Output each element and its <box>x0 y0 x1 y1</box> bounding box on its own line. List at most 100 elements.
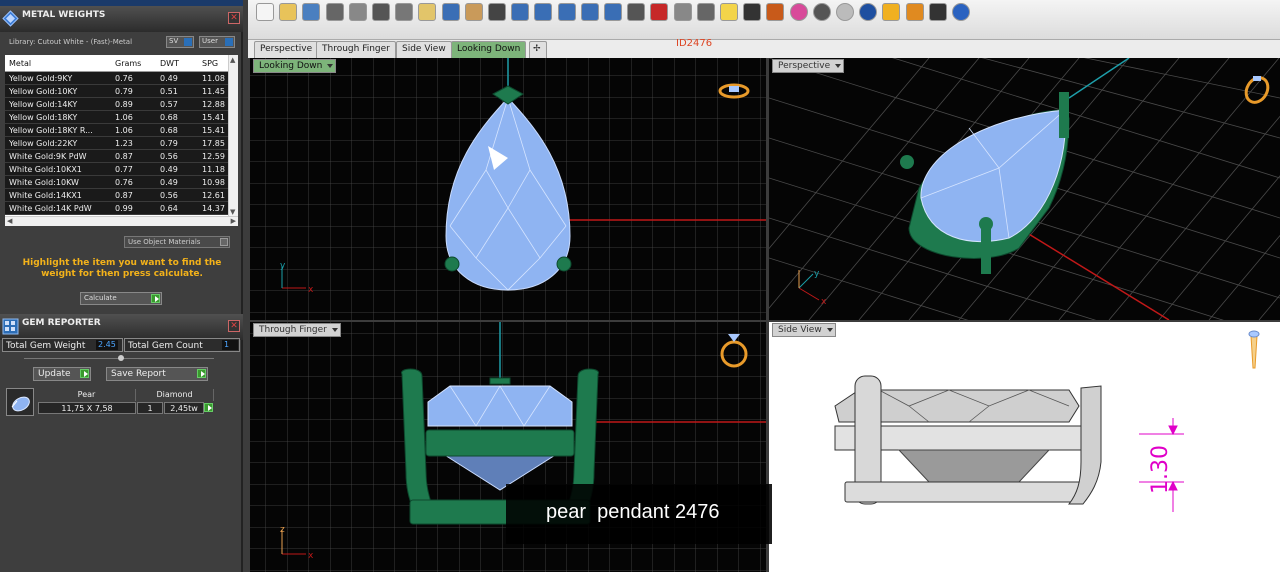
calculate-label: Calculate <box>84 294 117 302</box>
print-icon[interactable] <box>325 3 344 21</box>
sphere-light-icon[interactable] <box>836 3 854 21</box>
axis-y-label: y <box>814 269 820 279</box>
table-row[interactable]: Yellow Gold:18KY 1.06 0.68 15.41 <box>5 111 238 124</box>
column-header-grams[interactable]: Grams <box>115 59 155 68</box>
checkbox-icon[interactable] <box>220 238 228 246</box>
tab-side-view[interactable]: Side View <box>396 41 452 58</box>
scroll-left-icon[interactable]: ◀ <box>7 217 12 225</box>
pear-gem-icon[interactable] <box>6 388 34 416</box>
save-report-button[interactable]: Save Report <box>106 367 208 381</box>
update-button[interactable]: Update <box>33 367 91 381</box>
zoom-window-icon[interactable] <box>534 3 553 21</box>
tab-through-finger[interactable]: Through Finger <box>316 41 396 58</box>
app-window: METAL WEIGHTS ✕ Library: Cutout White - … <box>0 0 1280 572</box>
grams-cell: 0.99 <box>115 204 133 213</box>
spg-cell: 12.88 <box>202 100 225 109</box>
gem-row-play-button[interactable] <box>204 403 213 412</box>
tab-perspective[interactable]: Perspective <box>254 41 319 58</box>
zoom-icon[interactable] <box>511 3 530 21</box>
viewport-side-view[interactable]: 1.30 Side View <box>769 322 1280 572</box>
grams-cell: 0.87 <box>115 152 133 161</box>
spg-cell: 11.18 <box>202 165 225 174</box>
viewport-label-through-finger[interactable]: Through Finger <box>253 323 341 337</box>
copy-doc-icon[interactable] <box>348 3 367 21</box>
material-icon[interactable] <box>766 3 785 21</box>
move-icon[interactable] <box>488 3 506 21</box>
library-label: Library: Cutout White - (Fast)-Metal <box>9 38 133 46</box>
slider-knob[interactable] <box>118 355 124 361</box>
table-row[interactable]: Yellow Gold:14KY 0.89 0.57 12.88 <box>5 98 238 111</box>
pendant-side-render <box>834 375 1102 505</box>
ruler-icon[interactable] <box>650 3 669 21</box>
viewport-perspective[interactable]: x y Perspective <box>769 58 1280 320</box>
calculate-button[interactable]: Calculate <box>80 292 162 305</box>
close-icon[interactable]: ✕ <box>228 12 240 24</box>
viewport-label-text: Looking Down <box>259 61 323 71</box>
table-row[interactable]: White Gold:14KX1 0.87 0.56 12.61 <box>5 189 238 202</box>
zoom-selected-icon[interactable] <box>580 3 599 21</box>
help-icon[interactable] <box>952 3 970 21</box>
cut-icon[interactable] <box>372 3 390 21</box>
vertical-scrollbar[interactable]: ▲ ▼ <box>228 55 238 217</box>
total-gem-weight-value: 2.45 <box>96 340 118 350</box>
user-button[interactable]: User <box>199 36 235 48</box>
table-row[interactable]: Yellow Gold:10KY 0.79 0.51 11.45 <box>5 85 238 98</box>
main-toolbar <box>248 0 1280 40</box>
lock-icon[interactable] <box>743 3 762 21</box>
gem-reporter-icon <box>2 318 19 335</box>
add-tab-icon[interactable]: ✢ <box>529 41 547 58</box>
table-row[interactable]: White Gold:14K PdW 0.99 0.64 14.37 <box>5 202 238 215</box>
column-header-dwt[interactable]: DWT <box>160 59 198 68</box>
grid-view-icon[interactable] <box>627 3 646 21</box>
spg-cell: 12.59 <box>202 152 225 161</box>
pan-hand-icon[interactable] <box>464 3 483 21</box>
gem-size-cell: 11,75 X 7,58 <box>38 402 136 414</box>
new-file-icon[interactable] <box>256 3 274 21</box>
tab-looking-down[interactable]: Looking Down <box>451 41 527 58</box>
table-row[interactable]: White Gold:10KX1 0.77 0.49 11.18 <box>5 163 238 176</box>
flag-icon[interactable] <box>882 3 901 21</box>
viewport-label-side-view[interactable]: Side View <box>772 323 836 337</box>
grid-perspective: x y <box>769 58 1280 320</box>
side-view-render: 1.30 <box>834 330 1260 512</box>
table-row[interactable]: Yellow Gold:22KY 1.23 0.79 17.85 <box>5 137 238 150</box>
layout-icon[interactable] <box>928 3 947 21</box>
paste-icon[interactable] <box>418 3 437 21</box>
copy-icon[interactable] <box>395 3 414 21</box>
metal-weights-table: Metal Grams DWT SPG Yellow Gold:9KY 0.76 0… <box>5 55 238 217</box>
use-object-materials-checkbox[interactable]: Use Object Materials <box>124 236 230 248</box>
scroll-down-icon[interactable]: ▼ <box>230 208 235 216</box>
table-row[interactable]: Yellow Gold:9KY 0.76 0.49 11.08 <box>5 72 238 85</box>
column-header-metal[interactable]: Metal <box>9 59 111 68</box>
spg-cell: 15.41 <box>202 126 225 135</box>
table-row[interactable]: Yellow Gold:18KY R... 1.06 0.68 15.41 <box>5 124 238 137</box>
gem-slider[interactable] <box>24 355 214 361</box>
view-tabs: Perspective Through Finger Side View Loo… <box>248 40 1280 58</box>
viewport-looking-down[interactable]: x y Looking Down <box>250 58 766 320</box>
undo-icon[interactable] <box>441 3 460 21</box>
scroll-right-icon[interactable]: ▶ <box>231 217 236 225</box>
settings-gears-icon[interactable] <box>905 3 924 21</box>
save-icon[interactable] <box>302 3 321 21</box>
table-row[interactable]: White Gold:10KW 0.76 0.49 10.98 <box>5 176 238 189</box>
rotate-icon[interactable] <box>604 3 622 21</box>
sv-button[interactable]: SV <box>166 36 194 48</box>
chevron-down-icon <box>835 64 842 68</box>
column-header-spg[interactable]: SPG <box>202 59 228 68</box>
open-folder-icon[interactable] <box>279 3 298 21</box>
table-row[interactable]: White Gold:9K PdW 0.87 0.56 12.59 <box>5 150 238 163</box>
sphere-dark-icon[interactable] <box>812 3 831 21</box>
zoom-extents-icon[interactable] <box>557 3 576 21</box>
total-gem-weight-label: Total Gem Weight <box>6 341 86 351</box>
close-icon[interactable]: ✕ <box>228 320 240 332</box>
clock-icon[interactable] <box>696 3 715 21</box>
grams-cell: 1.23 <box>115 139 133 148</box>
viewport-label-perspective[interactable]: Perspective <box>772 59 845 73</box>
viewport-label-looking-down[interactable]: Looking Down <box>253 59 337 73</box>
color-wheel-icon[interactable] <box>789 3 808 21</box>
light-icon[interactable] <box>720 3 738 21</box>
globe-icon[interactable] <box>859 3 878 21</box>
measure-icon[interactable] <box>673 3 692 21</box>
horizontal-scrollbar[interactable]: ◀ ▶ <box>5 216 238 226</box>
scroll-up-icon[interactable]: ▲ <box>230 56 235 64</box>
